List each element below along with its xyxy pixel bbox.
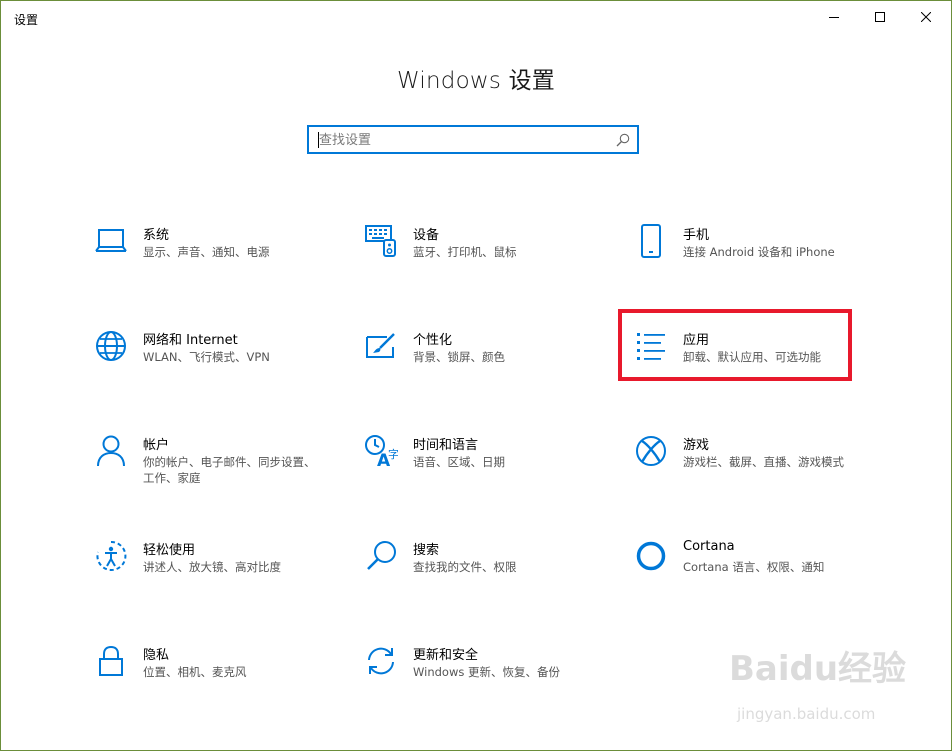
minimize-icon xyxy=(829,17,839,18)
tile-name: 帐户 xyxy=(143,438,170,453)
window-title: 设置 xyxy=(14,13,39,27)
magnifier-icon xyxy=(363,538,399,574)
title-bar[interactable]: 设置 xyxy=(1,1,951,33)
tile-privacy[interactable]: 隐私 位置、相机、麦克风 xyxy=(93,643,343,713)
tile-description: WLAN、飞行模式、VPN xyxy=(143,350,270,364)
tile-description: 位置、相机、麦克风 xyxy=(143,665,247,679)
cortana-icon xyxy=(633,538,669,574)
tile-description: 显示、声音、通知、电源 xyxy=(143,245,270,259)
watermark-url: jingyan.baidu.com xyxy=(737,705,876,723)
search-icon[interactable] xyxy=(616,133,630,147)
tile-network[interactable]: 网络和 Internet WLAN、飞行模式、VPN xyxy=(93,328,343,398)
paint-icon xyxy=(363,328,399,364)
tile-ease-of-access[interactable]: 轻松使用 讲述人、放大镜、高对比度 xyxy=(93,538,343,608)
tile-description: 语音、区域、日期 xyxy=(413,455,505,469)
ease-of-access-icon xyxy=(93,538,129,574)
tile-name: 系统 xyxy=(143,228,170,243)
tile-search[interactable]: 搜索 查找我的文件、权限 xyxy=(363,538,613,608)
tile-name: 个性化 xyxy=(413,333,453,348)
tile-description: 你的帐户、电子邮件、同步设置、工作、家庭 xyxy=(143,455,316,485)
watermark: Baidu经验 jingyan.baidu.com xyxy=(729,641,919,731)
tile-name: 更新和安全 xyxy=(413,648,479,663)
search-box[interactable] xyxy=(307,125,639,154)
tile-name: 时间和语言 xyxy=(413,438,479,453)
tile-system[interactable]: 系统 显示、声音、通知、电源 xyxy=(93,223,343,293)
time-language-icon: A 字 xyxy=(363,433,399,469)
watermark-logo: Baidu经验 xyxy=(729,649,907,689)
keyboard-icon xyxy=(363,223,399,259)
laptop-icon xyxy=(93,223,129,259)
tile-personalization[interactable]: 个性化 背景、锁屏、颜色 xyxy=(363,328,613,398)
tile-apps[interactable]: 应用 卸载、默认应用、可选功能 xyxy=(633,328,883,398)
globe-icon xyxy=(93,328,129,364)
tile-update-security[interactable]: 更新和安全 Windows 更新、恢复、备份 xyxy=(363,643,613,713)
tile-description: 连接 Android 设备和 iPhone xyxy=(683,245,835,259)
tile-name: 隐私 xyxy=(143,648,170,663)
close-button[interactable] xyxy=(903,1,949,33)
xbox-icon xyxy=(633,433,669,469)
tile-name: 搜索 xyxy=(413,543,440,558)
search-input[interactable] xyxy=(319,130,599,150)
tile-description: Cortana 语言、权限、通知 xyxy=(683,560,825,574)
tile-devices[interactable]: 设备 蓝牙、打印机、鼠标 xyxy=(363,223,613,293)
svg-text:字: 字 xyxy=(388,447,398,461)
tile-name: 应用 xyxy=(683,333,710,348)
maximize-icon xyxy=(875,12,885,22)
tile-name: 轻松使用 xyxy=(143,543,196,558)
maximize-button[interactable] xyxy=(857,1,903,33)
tile-cortana[interactable]: Cortana Cortana 语言、权限、通知 xyxy=(633,538,883,608)
tile-gaming[interactable]: 游戏 游戏栏、截屏、直播、游戏模式 xyxy=(633,433,883,503)
tile-description: Windows 更新、恢复、备份 xyxy=(413,665,560,679)
tile-time-language[interactable]: A 字 时间和语言 语音、区域、日期 xyxy=(363,433,613,503)
tile-name: 网络和 Internet xyxy=(143,333,238,348)
close-icon xyxy=(921,12,931,22)
phone-icon xyxy=(633,223,669,259)
tile-phone[interactable]: 手机 连接 Android 设备和 iPhone xyxy=(633,223,883,293)
page-title: Windows 设置 xyxy=(397,68,555,94)
tile-name: Cortana xyxy=(683,539,735,554)
minimize-button[interactable] xyxy=(811,1,857,33)
lock-icon xyxy=(93,643,129,679)
tile-description: 讲述人、放大镜、高对比度 xyxy=(143,560,281,574)
settings-window: 设置 Windows 设置 系统 显示、声音、通知、电 xyxy=(0,0,952,751)
tile-name: 设备 xyxy=(413,228,440,243)
tile-description: 卸载、默认应用、可选功能 xyxy=(683,350,821,364)
tile-accounts[interactable]: 帐户 你的帐户、电子邮件、同步设置、工作、家庭 xyxy=(93,433,343,503)
sync-icon xyxy=(363,643,399,679)
tile-description: 蓝牙、打印机、鼠标 xyxy=(413,245,517,259)
apps-list-icon xyxy=(633,328,669,364)
tile-description: 背景、锁屏、颜色 xyxy=(413,350,505,364)
tile-name: 手机 xyxy=(683,228,710,243)
tile-name: 游戏 xyxy=(683,438,710,453)
person-icon xyxy=(93,433,129,469)
tile-description: 查找我的文件、权限 xyxy=(413,560,517,574)
tile-description: 游戏栏、截屏、直播、游戏模式 xyxy=(683,455,844,469)
